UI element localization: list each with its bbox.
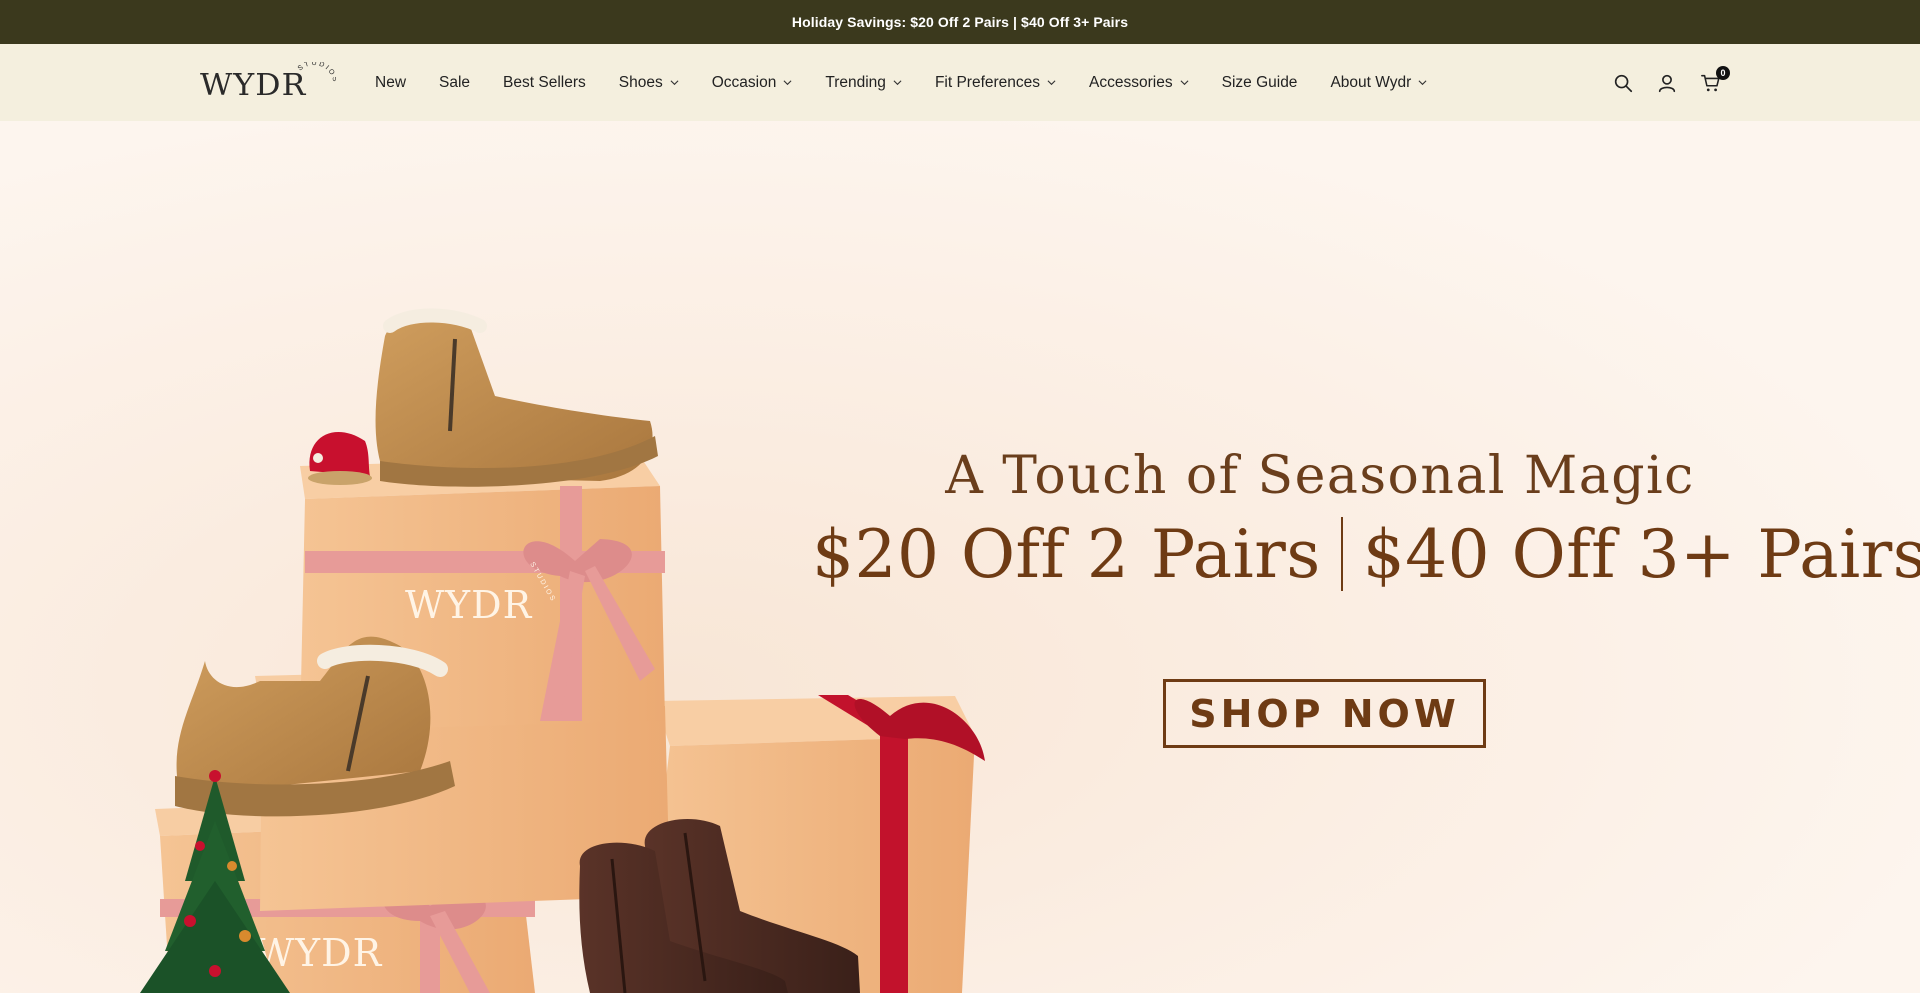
nav-fit-preferences[interactable]: Fit Preferences	[935, 74, 1056, 92]
nav-sale[interactable]: Sale	[439, 74, 470, 92]
cart-icon[interactable]: 0	[1700, 66, 1730, 94]
nav-shoes[interactable]: Shoes	[619, 74, 679, 92]
nav-label: New	[375, 73, 407, 91]
logo[interactable]: WYDR STUDIOS	[200, 62, 336, 108]
site-header: WYDR STUDIOS New Sale Best Sellers Shoes…	[0, 44, 1920, 121]
nav-label: Size Guide	[1221, 73, 1298, 91]
nav-label: Fit Preferences	[934, 73, 1041, 91]
hero-banner[interactable]: WYDR WYDR STUDIOS A Touch of Seasonal Ma…	[0, 121, 1920, 993]
offer-two-pairs: $20 Off 2 Pairs	[812, 516, 1321, 593]
suede-boot-top	[375, 308, 658, 487]
nav-label: Best Sellers	[503, 73, 586, 91]
cart-count-badge: 0	[1716, 66, 1730, 80]
header-icons: 0	[1612, 66, 1744, 95]
hero-tagline: A Touch of Seasonal Magic	[945, 446, 1695, 506]
nav-about-wydr[interactable]: About Wydr	[1330, 74, 1427, 92]
nav-label: Sale	[439, 73, 471, 91]
nav-new[interactable]: New	[375, 74, 406, 92]
nav-trending[interactable]: Trending	[825, 74, 902, 92]
chevron-down-icon	[670, 80, 679, 86]
nav-label: Occasion	[711, 73, 777, 91]
search-icon[interactable]	[1612, 72, 1634, 94]
logo-submark: STUDIOS	[297, 62, 336, 84]
announcement-text: Holiday Savings: $20 Off 2 Pairs | $40 O…	[791, 14, 1129, 30]
nav-best-sellers[interactable]: Best Sellers	[503, 74, 586, 92]
shop-now-button[interactable]: SHOP NOW	[1163, 679, 1486, 748]
nav-label: About Wydr	[1330, 73, 1412, 91]
nav-size-guide[interactable]: Size Guide	[1222, 74, 1298, 92]
nav-accessories[interactable]: Accessories	[1089, 74, 1189, 92]
chevron-down-icon	[1047, 80, 1056, 86]
nav-label: Trending	[825, 73, 886, 91]
nav-label: Shoes	[618, 73, 663, 91]
chevron-down-icon	[893, 80, 902, 86]
box-print: WYDR	[255, 931, 383, 975]
logo-submark-text: STUDIOS	[297, 62, 336, 84]
chevron-down-icon	[1180, 80, 1189, 86]
nav-label: Accessories	[1089, 73, 1173, 91]
box-print: WYDR	[405, 583, 533, 627]
hero-offer: $20 Off 2 Pairs $40 Off 3+ Pairs	[812, 516, 1920, 597]
chevron-down-icon	[783, 80, 792, 86]
account-icon[interactable]	[1656, 72, 1678, 94]
chevron-down-icon	[1418, 80, 1427, 86]
nav-occasion[interactable]: Occasion	[712, 74, 793, 92]
offer-divider	[1340, 517, 1343, 591]
announcement-bar: Holiday Savings: $20 Off 2 Pairs | $40 O…	[0, 0, 1920, 44]
svg-text:STUDIOS: STUDIOS	[297, 62, 336, 84]
offer-three-pairs: $40 Off 3+ Pairs	[1362, 516, 1920, 593]
santa-hat-ornament	[308, 432, 372, 485]
main-nav: New Sale Best Sellers Shoes Occasion Tre…	[375, 44, 1460, 121]
